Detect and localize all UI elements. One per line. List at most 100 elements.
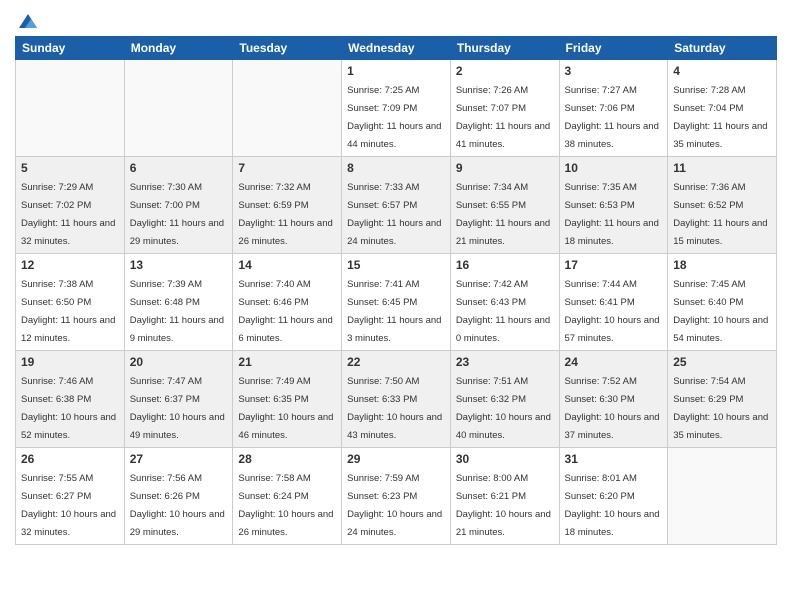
day-sunset: Sunset: 7:02 PM (21, 200, 91, 211)
day-sunset: Sunset: 6:29 PM (673, 394, 743, 405)
day-daylight: Daylight: 10 hours and 46 minutes. (238, 412, 333, 441)
day-cell: 11 Sunrise: 7:36 AM Sunset: 6:52 PM Dayl… (668, 157, 777, 254)
day-number: 21 (238, 355, 336, 369)
day-sunrise: Sunrise: 7:58 AM (238, 473, 310, 484)
day-cell: 24 Sunrise: 7:52 AM Sunset: 6:30 PM Dayl… (559, 351, 668, 448)
day-cell: 13 Sunrise: 7:39 AM Sunset: 6:48 PM Dayl… (124, 254, 233, 351)
day-daylight: Daylight: 11 hours and 32 minutes. (21, 218, 115, 247)
day-number: 12 (21, 258, 119, 272)
day-sunrise: Sunrise: 7:51 AM (456, 376, 528, 387)
day-sunrise: Sunrise: 7:32 AM (238, 182, 310, 193)
day-sunrise: Sunrise: 7:55 AM (21, 473, 93, 484)
day-sunset: Sunset: 6:53 PM (565, 200, 635, 211)
day-sunrise: Sunrise: 7:49 AM (238, 376, 310, 387)
day-number: 27 (130, 452, 228, 466)
week-row-3: 12 Sunrise: 7:38 AM Sunset: 6:50 PM Dayl… (16, 254, 777, 351)
day-number: 31 (565, 452, 663, 466)
day-sunset: Sunset: 6:43 PM (456, 297, 526, 308)
day-daylight: Daylight: 10 hours and 57 minutes. (565, 315, 660, 344)
day-cell: 27 Sunrise: 7:56 AM Sunset: 6:26 PM Dayl… (124, 448, 233, 545)
week-row-5: 26 Sunrise: 7:55 AM Sunset: 6:27 PM Dayl… (16, 448, 777, 545)
day-sunrise: Sunrise: 7:39 AM (130, 279, 202, 290)
day-sunset: Sunset: 6:38 PM (21, 394, 91, 405)
day-daylight: Daylight: 10 hours and 43 minutes. (347, 412, 442, 441)
day-number: 14 (238, 258, 336, 272)
day-cell: 21 Sunrise: 7:49 AM Sunset: 6:35 PM Dayl… (233, 351, 342, 448)
day-cell: 15 Sunrise: 7:41 AM Sunset: 6:45 PM Dayl… (342, 254, 451, 351)
day-cell (16, 60, 125, 157)
logo-text (15, 10, 39, 28)
day-sunrise: Sunrise: 7:40 AM (238, 279, 310, 290)
day-sunrise: Sunrise: 7:34 AM (456, 182, 528, 193)
day-cell: 25 Sunrise: 7:54 AM Sunset: 6:29 PM Dayl… (668, 351, 777, 448)
day-daylight: Daylight: 11 hours and 29 minutes. (130, 218, 224, 247)
day-sunset: Sunset: 6:45 PM (347, 297, 417, 308)
day-cell: 18 Sunrise: 7:45 AM Sunset: 6:40 PM Dayl… (668, 254, 777, 351)
day-sunset: Sunset: 7:00 PM (130, 200, 200, 211)
day-sunrise: Sunrise: 8:00 AM (456, 473, 528, 484)
day-number: 29 (347, 452, 445, 466)
day-number: 7 (238, 161, 336, 175)
day-cell: 7 Sunrise: 7:32 AM Sunset: 6:59 PM Dayli… (233, 157, 342, 254)
week-row-4: 19 Sunrise: 7:46 AM Sunset: 6:38 PM Dayl… (16, 351, 777, 448)
day-daylight: Daylight: 10 hours and 21 minutes. (456, 509, 551, 538)
week-row-1: 1 Sunrise: 7:25 AM Sunset: 7:09 PM Dayli… (16, 60, 777, 157)
day-sunset: Sunset: 6:59 PM (238, 200, 308, 211)
day-number: 18 (673, 258, 771, 272)
day-daylight: Daylight: 11 hours and 24 minutes. (347, 218, 441, 247)
day-daylight: Daylight: 11 hours and 3 minutes. (347, 315, 441, 344)
day-number: 13 (130, 258, 228, 272)
day-cell: 1 Sunrise: 7:25 AM Sunset: 7:09 PM Dayli… (342, 60, 451, 157)
day-sunset: Sunset: 7:09 PM (347, 103, 417, 114)
day-sunrise: Sunrise: 7:56 AM (130, 473, 202, 484)
weekday-header-saturday: Saturday (668, 37, 777, 60)
day-sunrise: Sunrise: 7:42 AM (456, 279, 528, 290)
day-number: 3 (565, 64, 663, 78)
day-daylight: Daylight: 10 hours and 52 minutes. (21, 412, 116, 441)
header (15, 10, 777, 28)
day-number: 25 (673, 355, 771, 369)
day-sunset: Sunset: 6:35 PM (238, 394, 308, 405)
day-cell (124, 60, 233, 157)
day-cell: 20 Sunrise: 7:47 AM Sunset: 6:37 PM Dayl… (124, 351, 233, 448)
day-sunset: Sunset: 7:07 PM (456, 103, 526, 114)
day-cell: 17 Sunrise: 7:44 AM Sunset: 6:41 PM Dayl… (559, 254, 668, 351)
day-daylight: Daylight: 11 hours and 21 minutes. (456, 218, 550, 247)
day-number: 5 (21, 161, 119, 175)
day-sunset: Sunset: 7:06 PM (565, 103, 635, 114)
day-sunset: Sunset: 6:50 PM (21, 297, 91, 308)
day-sunrise: Sunrise: 7:25 AM (347, 85, 419, 96)
day-sunset: Sunset: 6:24 PM (238, 491, 308, 502)
day-cell: 4 Sunrise: 7:28 AM Sunset: 7:04 PM Dayli… (668, 60, 777, 157)
day-sunrise: Sunrise: 7:47 AM (130, 376, 202, 387)
day-sunset: Sunset: 6:26 PM (130, 491, 200, 502)
day-sunrise: Sunrise: 7:46 AM (21, 376, 93, 387)
day-number: 9 (456, 161, 554, 175)
day-daylight: Daylight: 11 hours and 15 minutes. (673, 218, 767, 247)
day-sunset: Sunset: 6:48 PM (130, 297, 200, 308)
day-sunrise: Sunrise: 7:41 AM (347, 279, 419, 290)
day-number: 17 (565, 258, 663, 272)
day-daylight: Daylight: 11 hours and 0 minutes. (456, 315, 550, 344)
day-number: 26 (21, 452, 119, 466)
day-daylight: Daylight: 10 hours and 49 minutes. (130, 412, 225, 441)
day-sunrise: Sunrise: 7:29 AM (21, 182, 93, 193)
day-number: 20 (130, 355, 228, 369)
day-number: 19 (21, 355, 119, 369)
weekday-header-friday: Friday (559, 37, 668, 60)
day-cell: 16 Sunrise: 7:42 AM Sunset: 6:43 PM Dayl… (450, 254, 559, 351)
day-cell: 23 Sunrise: 7:51 AM Sunset: 6:32 PM Dayl… (450, 351, 559, 448)
day-daylight: Daylight: 11 hours and 9 minutes. (130, 315, 224, 344)
day-sunset: Sunset: 6:30 PM (565, 394, 635, 405)
day-sunrise: Sunrise: 7:54 AM (673, 376, 745, 387)
day-daylight: Daylight: 10 hours and 26 minutes. (238, 509, 333, 538)
page: SundayMondayTuesdayWednesdayThursdayFrid… (0, 0, 792, 612)
day-sunrise: Sunrise: 7:45 AM (673, 279, 745, 290)
day-number: 11 (673, 161, 771, 175)
day-sunrise: Sunrise: 7:38 AM (21, 279, 93, 290)
day-daylight: Daylight: 10 hours and 32 minutes. (21, 509, 116, 538)
day-daylight: Daylight: 11 hours and 44 minutes. (347, 121, 441, 150)
day-sunset: Sunset: 6:21 PM (456, 491, 526, 502)
day-cell: 19 Sunrise: 7:46 AM Sunset: 6:38 PM Dayl… (16, 351, 125, 448)
day-daylight: Daylight: 11 hours and 12 minutes. (21, 315, 115, 344)
